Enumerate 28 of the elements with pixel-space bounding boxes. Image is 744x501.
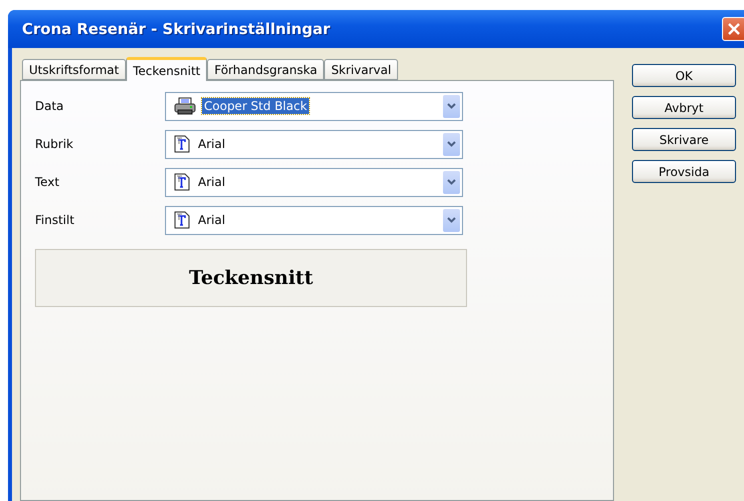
tab[interactable]: Teckensnitt (126, 57, 208, 81)
window-title: Crona Resenär - Skrivarinställningar (21, 20, 330, 38)
font-dropdown[interactable]: Cooper Std Black (165, 92, 463, 120)
font-dropdown[interactable]: Arial (165, 168, 463, 196)
dialog-button[interactable]: OK (632, 64, 736, 87)
field-label: Text (35, 175, 60, 189)
dropdown-value: Arial (197, 212, 226, 228)
font-dropdown[interactable]: Arial (165, 206, 463, 234)
field-label: Rubrik (35, 137, 74, 151)
dropdown-value: Arial (197, 174, 226, 190)
dialog-button[interactable]: Provsida (632, 160, 736, 183)
dropdown-value: Arial (197, 136, 226, 152)
dialog-button[interactable]: Skrivare (632, 128, 736, 151)
printer-icon (174, 97, 196, 115)
field-label: Finstilt (35, 213, 76, 227)
dropdown-value: Cooper Std Black (202, 98, 310, 114)
close-button[interactable] (722, 17, 744, 41)
font-preview: Teckensnitt (35, 249, 467, 307)
tab[interactable]: Skrivarval (324, 59, 398, 80)
field-label: Data (35, 99, 65, 113)
close-icon (728, 23, 740, 35)
font-file-icon (174, 173, 190, 191)
dialog-button[interactable]: Avbryt (632, 96, 736, 119)
tab[interactable]: Förhandsgranska (207, 59, 324, 80)
font-file-icon (174, 211, 190, 229)
tab[interactable]: Utskriftsformat (22, 59, 126, 80)
font-file-icon (174, 135, 190, 153)
font-dropdown[interactable]: Arial (165, 130, 463, 158)
